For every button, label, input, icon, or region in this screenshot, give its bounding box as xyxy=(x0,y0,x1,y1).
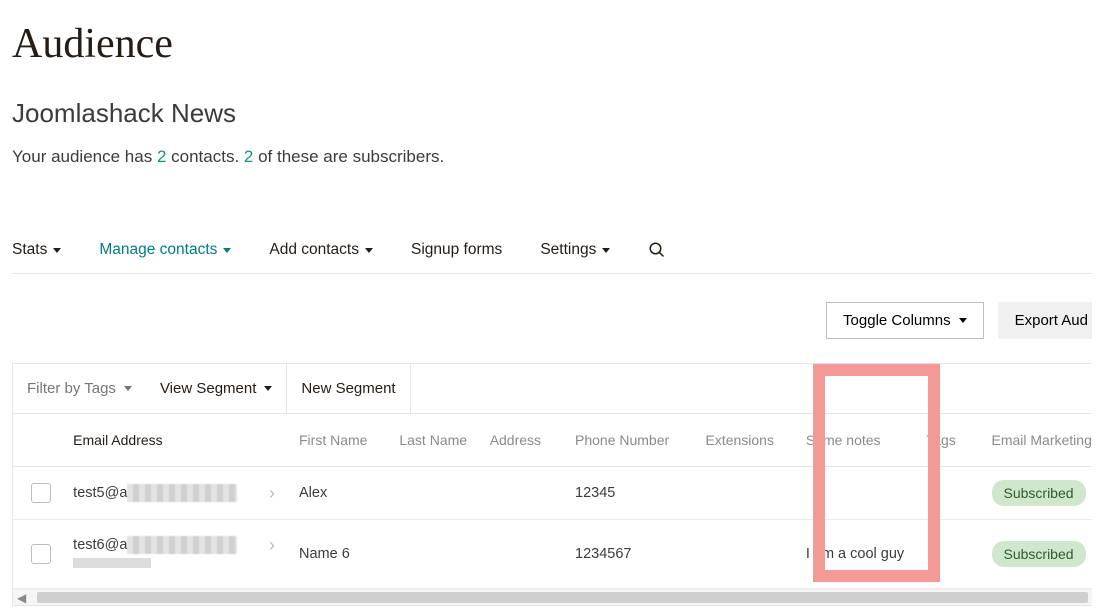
export-audience-button[interactable]: Export Aud xyxy=(998,302,1092,339)
contacts-table-wrap: Filter by Tags View Segment New Segment … xyxy=(12,363,1092,606)
horizontal-scrollbar[interactable]: ◀ xyxy=(13,589,1092,605)
redacted-text xyxy=(73,558,151,568)
chevron-right-icon: › xyxy=(269,535,275,556)
cell-extensions xyxy=(695,467,795,520)
nav-signup-label: Signup forms xyxy=(411,241,502,259)
redacted-text xyxy=(127,484,237,502)
cell-first-name: Alex xyxy=(289,467,389,520)
view-segment[interactable]: View Segment xyxy=(146,364,286,413)
chevron-right-icon: › xyxy=(269,483,275,504)
col-notes[interactable]: Some notes xyxy=(796,414,916,467)
contacts-table: Email Address First Name Last Name Addre… xyxy=(13,414,1092,589)
cell-extensions xyxy=(695,520,795,589)
row-checkbox[interactable] xyxy=(31,483,51,503)
nav-settings-label: Settings xyxy=(540,241,596,259)
table-row[interactable]: test6@a › Name 6 1234567 I am a cool guy… xyxy=(13,520,1092,589)
scrollbar-thumb[interactable] xyxy=(37,592,1088,603)
export-label: Export Aud xyxy=(1015,312,1088,329)
nav-settings[interactable]: Settings xyxy=(540,241,610,259)
audience-summary: Your audience has 2 contacts. 2 of these… xyxy=(12,147,1092,167)
chevron-down-icon xyxy=(223,248,231,253)
status-badge: Subscribed xyxy=(992,541,1086,567)
table-row[interactable]: test5@a › Alex 12345 Subscribed xyxy=(13,467,1092,520)
nav-signup-forms[interactable]: Signup forms xyxy=(411,241,502,259)
cell-address xyxy=(480,467,565,520)
toggle-columns-label: Toggle Columns xyxy=(843,312,951,329)
page-title: Audience xyxy=(12,20,1092,68)
nav-manage-label: Manage contacts xyxy=(99,241,217,259)
col-select xyxy=(13,414,63,467)
search-icon xyxy=(648,241,666,259)
filter-row: Filter by Tags View Segment New Segment xyxy=(13,364,1092,414)
col-tags[interactable]: Tags xyxy=(916,414,981,467)
cell-tags xyxy=(916,467,981,520)
col-email-marketing[interactable]: Email Marketing xyxy=(982,414,1093,467)
email-prefix: test6@a xyxy=(73,537,127,553)
cell-notes xyxy=(796,467,916,520)
row-checkbox[interactable] xyxy=(31,544,51,564)
chevron-down-icon xyxy=(365,248,373,253)
chevron-down-icon xyxy=(264,386,272,391)
cell-last-name xyxy=(389,467,479,520)
col-email[interactable]: Email Address xyxy=(63,414,289,467)
col-extensions[interactable]: Extensions xyxy=(695,414,795,467)
nav-manage-contacts[interactable]: Manage contacts xyxy=(99,241,231,259)
status-badge: Subscribed xyxy=(992,480,1086,506)
summary-mid: contacts. xyxy=(166,147,243,166)
new-segment-button[interactable]: New Segment xyxy=(286,364,410,413)
table-actions: Toggle Columns Export Aud xyxy=(12,274,1092,363)
filter-tags-label: Filter by Tags xyxy=(27,380,116,397)
cell-address xyxy=(480,520,565,589)
cell-first-name: Name 6 xyxy=(289,520,389,589)
redacted-text xyxy=(127,536,237,554)
cell-tags xyxy=(916,520,981,589)
chevron-down-icon xyxy=(53,248,61,253)
nav-add-label: Add contacts xyxy=(269,241,359,259)
chevron-down-icon xyxy=(959,318,967,323)
header-row: Email Address First Name Last Name Addre… xyxy=(13,414,1092,467)
contacts-count: 2 xyxy=(157,147,166,166)
col-address[interactable]: Address xyxy=(480,414,565,467)
nav-stats-label: Stats xyxy=(12,241,47,259)
cell-last-name xyxy=(389,520,479,589)
subs-count: 2 xyxy=(244,147,253,166)
col-phone[interactable]: Phone Number xyxy=(565,414,695,467)
nav-bar: Stats Manage contacts Add contacts Signu… xyxy=(12,237,1092,274)
new-segment-label: New Segment xyxy=(301,380,395,397)
nav-search[interactable] xyxy=(648,241,666,259)
col-first-name[interactable]: First Name xyxy=(289,414,389,467)
cell-phone: 12345 xyxy=(565,467,695,520)
chevron-down-icon xyxy=(602,248,610,253)
view-segment-label: View Segment xyxy=(160,380,256,397)
scroll-left-icon: ◀ xyxy=(17,589,26,607)
nav-add-contacts[interactable]: Add contacts xyxy=(269,241,373,259)
summary-prefix: Your audience has xyxy=(12,147,157,166)
col-last-name[interactable]: Last Name xyxy=(389,414,479,467)
filter-by-tags[interactable]: Filter by Tags xyxy=(13,364,146,413)
cell-phone: 1234567 xyxy=(565,520,695,589)
audience-name: Joomlashack News xyxy=(12,98,1092,129)
nav-stats[interactable]: Stats xyxy=(12,241,61,259)
toggle-columns-button[interactable]: Toggle Columns xyxy=(826,302,984,339)
summary-suffix: of these are subscribers. xyxy=(253,147,444,166)
cell-notes: I am a cool guy xyxy=(796,520,916,589)
chevron-down-icon xyxy=(124,386,132,391)
email-prefix: test5@a xyxy=(73,485,127,501)
